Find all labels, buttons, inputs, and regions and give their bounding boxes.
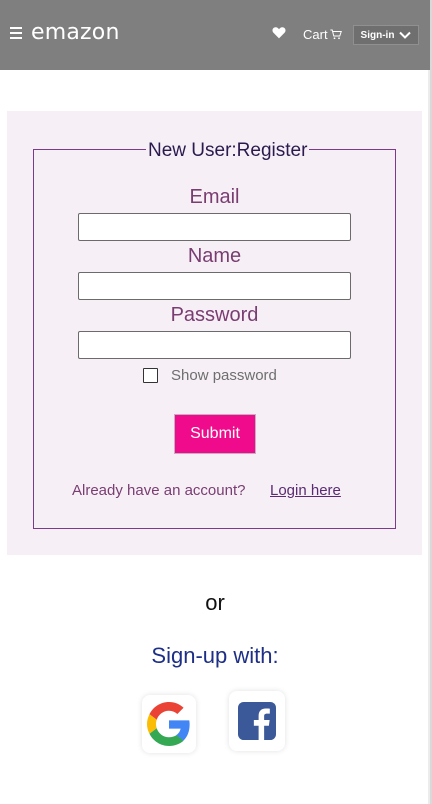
show-password-checkbox[interactable] — [143, 368, 158, 383]
facebook-signup-button[interactable] — [229, 691, 285, 751]
cart-link[interactable]: Cart — [303, 27, 342, 42]
already-account-text: Already have an account? — [72, 482, 246, 499]
heart-icon[interactable] — [272, 26, 286, 39]
register-panel: New User:Register Email Name Password Sh… — [7, 111, 422, 555]
email-field[interactable] — [78, 213, 351, 241]
name-field[interactable] — [78, 272, 351, 300]
form-legend: New User:Register — [146, 140, 310, 161]
login-link[interactable]: Login here — [270, 482, 341, 499]
top-header: emazon Cart Sign-in — [0, 0, 430, 70]
password-label: Password — [170, 304, 259, 326]
hamburger-icon[interactable] — [10, 27, 22, 39]
signin-dropdown[interactable]: Sign-in — [353, 25, 419, 45]
email-label: Email — [189, 186, 240, 208]
register-fieldset: New User:Register Email Name Password Sh… — [33, 141, 396, 529]
password-field[interactable] — [78, 331, 351, 359]
chevron-down-icon — [399, 31, 412, 39]
submit-button[interactable]: Submit — [174, 414, 256, 454]
google-signup-button[interactable] — [142, 695, 196, 753]
cart-icon — [329, 29, 342, 40]
signin-label: Sign-in — [360, 29, 395, 41]
brand-logo[interactable]: emazon — [31, 20, 120, 45]
signup-heading: Sign-up with: — [151, 643, 279, 668]
facebook-icon — [238, 702, 276, 740]
google-icon — [147, 702, 190, 746]
or-divider: or — [205, 590, 225, 615]
cart-label: Cart — [303, 27, 328, 42]
show-password-label: Show password — [171, 367, 277, 384]
name-label: Name — [187, 245, 242, 267]
